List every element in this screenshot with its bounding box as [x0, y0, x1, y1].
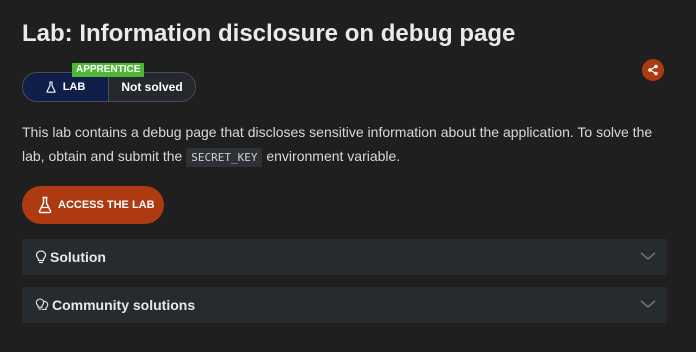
lightbulbs-icon: [35, 298, 49, 310]
access-lab-button[interactable]: ACCESS THE LAB: [22, 186, 164, 224]
description-text-end: environment variable.: [266, 148, 401, 164]
level-badge: APPRENTICE: [72, 63, 145, 77]
chevron-down-icon: [640, 252, 656, 260]
lightbulb-icon: [35, 250, 47, 264]
community-solutions-label: Community solutions: [52, 297, 196, 313]
lab-badge: LAB: [23, 73, 109, 101]
share-icon: [648, 64, 658, 76]
lab-page: Lab: Information disclosure on debug pag…: [0, 0, 696, 352]
solved-status: Not solved: [109, 73, 195, 101]
flask-icon: [46, 81, 56, 93]
share-button[interactable]: [642, 59, 664, 81]
lab-description: This lab contains a debug page that disc…: [22, 120, 672, 170]
secret-key-code: SECRET_KEY: [186, 148, 263, 167]
flask-icon: [38, 196, 52, 214]
chevron-down-icon: [640, 300, 656, 308]
solution-label: Solution: [50, 249, 106, 265]
page-title: Lab: Information disclosure on debug pag…: [22, 20, 516, 47]
community-solutions-accordion[interactable]: Community solutions: [22, 287, 667, 323]
access-lab-label: ACCESS THE LAB: [58, 199, 155, 211]
lab-label: LAB: [62, 81, 86, 93]
solution-accordion[interactable]: Solution: [22, 239, 667, 275]
